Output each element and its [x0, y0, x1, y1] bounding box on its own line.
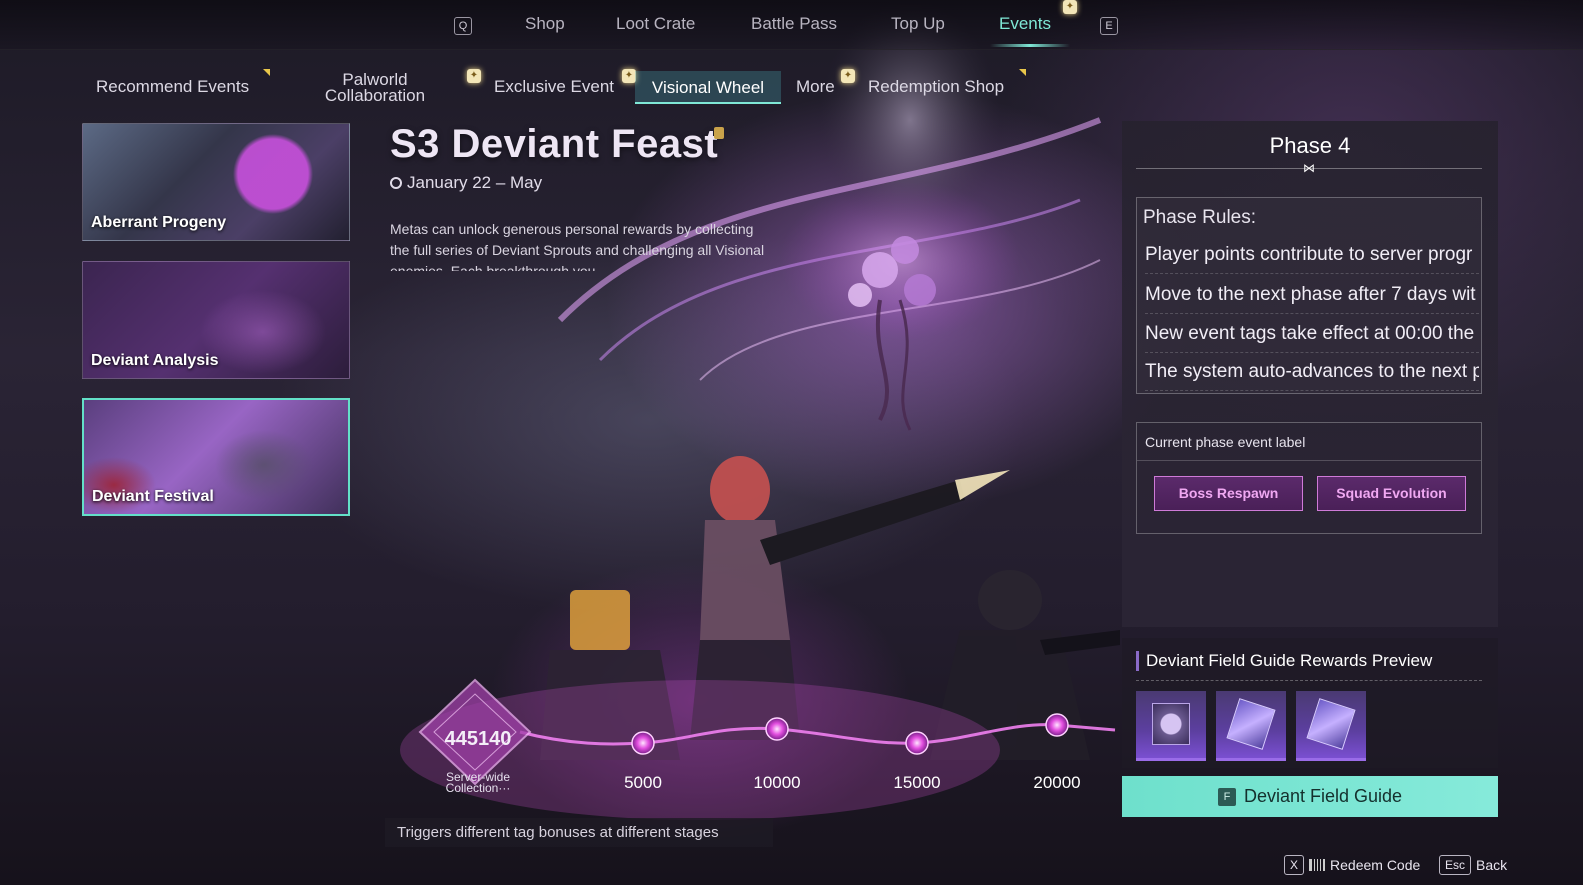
milestone-label: 5000 — [624, 773, 662, 792]
card-icon — [1306, 698, 1356, 750]
event-title: S3 Deviant Feast — [390, 122, 719, 166]
subtab-visional-wheel[interactable]: Visional Wheel — [635, 71, 781, 104]
new-corner-icon — [1019, 69, 1026, 76]
gift-icon: ✦ — [467, 69, 481, 83]
hotkey-esc: Esc — [1439, 855, 1472, 875]
tag-boss-respawn[interactable]: Boss Respawn — [1154, 476, 1303, 511]
prev-tab-key[interactable]: Q — [454, 17, 472, 35]
deviant-field-guide-button[interactable]: F Deviant Field Guide — [1122, 776, 1498, 817]
event-card-deviant-analysis[interactable]: Deviant Analysis — [82, 261, 350, 379]
phase-rules-box[interactable]: Phase Rules: Player points contribute to… — [1136, 197, 1482, 394]
phase-event-label-header: Current phase event label — [1137, 423, 1481, 461]
event-card-deviant-festival[interactable]: Deviant Festival — [82, 398, 350, 516]
redeem-code-label: Redeem Code — [1330, 857, 1421, 873]
back-label: Back — [1476, 857, 1508, 873]
event-date-text: January 22 – May — [407, 173, 543, 192]
subtab-more[interactable]: More — [796, 78, 835, 95]
info-icon[interactable] — [714, 127, 724, 139]
barcode-icon — [1309, 859, 1326, 871]
phase-rule-item: New event tags take effect at 00:00 the — [1145, 315, 1479, 353]
gift-icon: ✦ — [622, 69, 636, 83]
phase-rule-item: The system auto-advances to the next p — [1145, 353, 1479, 391]
milestone-node — [905, 731, 929, 755]
tab-events[interactable]: Events — [999, 14, 1051, 34]
tab-loot-crate[interactable]: Loot Crate — [616, 14, 695, 34]
gift-icon: ✦ — [841, 69, 855, 83]
phase-rules-header: Phase Rules: — [1143, 207, 1257, 228]
server-total-label: Server-wide Collection··· — [445, 770, 511, 795]
rewards-title: Deviant Field Guide Rewards Preview — [1136, 651, 1432, 671]
reward-item[interactable] — [1136, 691, 1206, 761]
phase-event-label-box: Current phase event label Boss Respawn S… — [1136, 422, 1482, 534]
clock-icon — [390, 177, 402, 189]
top-navigation: Q Shop Loot Crate Battle Pass Top Up Eve… — [0, 0, 1583, 50]
event-card-aberrant-progeny[interactable]: Aberrant Progeny — [82, 123, 350, 241]
subtab-redemption-shop[interactable]: Redemption Shop — [868, 78, 1004, 95]
reward-item[interactable] — [1216, 691, 1286, 761]
divider — [1136, 680, 1482, 681]
event-card-label: Deviant Analysis — [91, 352, 219, 369]
event-description: Metas can unlock generous personal rewar… — [390, 221, 765, 271]
milestone-label: 15000 — [893, 773, 941, 792]
event-date: January 22 – May — [390, 173, 542, 193]
subtab-palworld-collaboration[interactable]: Palworld Collaboration — [320, 71, 430, 104]
tab-shop[interactable]: Shop — [525, 14, 565, 34]
milestone-label: 20000 — [1033, 773, 1081, 792]
gift-icon: ✦ — [1063, 0, 1077, 14]
tab-battle-pass[interactable]: Battle Pass — [751, 14, 837, 34]
milestone-node — [1045, 713, 1069, 737]
deviant-field-guide-label: Deviant Field Guide — [1243, 786, 1403, 806]
phase-title: Phase 4 — [1269, 133, 1351, 158]
hotkey-f: F — [1217, 787, 1236, 806]
subtab-recommend-events[interactable]: Recommend Events — [96, 78, 249, 95]
reward-item[interactable] — [1296, 691, 1366, 761]
milestone-node — [765, 717, 789, 741]
active-tab-indicator — [990, 44, 1070, 47]
next-tab-key[interactable]: E — [1100, 17, 1118, 35]
progress-hint: Triggers different tag bonuses at differ… — [385, 818, 773, 847]
redeem-code-button[interactable]: X Redeem Code — [1284, 855, 1420, 875]
back-button[interactable]: Esc Back — [1439, 855, 1507, 875]
event-card-label: Aberrant Progeny — [91, 214, 227, 231]
milestone-label: 10000 — [753, 773, 801, 792]
progress-line — [519, 723, 1116, 746]
phase-rule-item: Move to the next phase after 7 days wit — [1145, 276, 1479, 314]
card-icon — [1226, 698, 1276, 750]
avatar-frame-icon — [1152, 703, 1190, 745]
milestone-node — [631, 731, 655, 755]
bow-icon: ⋈ — [1303, 161, 1315, 175]
new-corner-icon — [263, 69, 270, 76]
subtab-exclusive-event[interactable]: Exclusive Event — [494, 78, 614, 95]
hotkey-x: X — [1284, 855, 1305, 875]
phase-rule-item: Player points contribute to server progr — [1145, 236, 1479, 274]
tag-squad-evolution[interactable]: Squad Evolution — [1317, 476, 1466, 511]
event-card-label: Deviant Festival — [92, 488, 214, 505]
server-total-value: 445140 — [444, 728, 512, 750]
tab-top-up[interactable]: Top Up — [891, 14, 945, 34]
